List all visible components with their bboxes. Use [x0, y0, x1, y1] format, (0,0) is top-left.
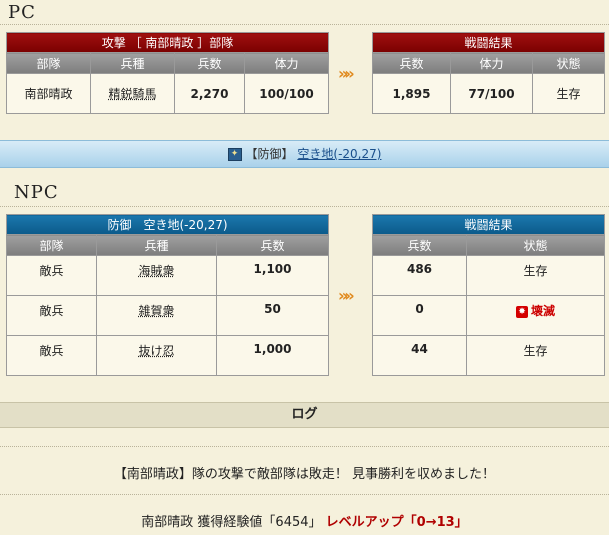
defense-icon: ✦ — [227, 148, 242, 161]
table-row: 敵兵 海賊衆 1,100 — [6, 255, 330, 296]
col-header: 兵数 — [372, 234, 467, 256]
npc-result-table: 戦闘結果 兵数 状態 486 生存 0 ✸ 壊滅 44 生存 — [371, 214, 606, 376]
col-header: 状態 — [531, 52, 606, 74]
unit-type: 抜け忍 — [96, 335, 217, 376]
col-header: 部隊 — [6, 52, 91, 74]
log-header: ログ — [0, 402, 609, 428]
npc-result-header: 戦闘結果 — [371, 214, 606, 235]
table-row: 0 ✸ 壊滅 — [372, 295, 606, 336]
result-status: 生存 — [465, 335, 606, 376]
table-row: 44 生存 — [372, 335, 606, 376]
hp-value: 100/100 — [243, 73, 330, 114]
victory-message: 【南部晴政】隊の攻撃で敵部隊は敗走！ 見事勝利を収めました！ — [113, 467, 496, 482]
troop-count: 50 — [215, 295, 330, 336]
result-arrow-icon: »» — [338, 64, 355, 83]
destroyed-icon: ✸ — [516, 305, 528, 318]
col-header: 兵種 — [90, 52, 175, 74]
result-hp: 77/100 — [450, 73, 533, 114]
status-destroyed-label: 壊滅 — [531, 304, 556, 318]
result-count: 1,895 — [372, 73, 451, 114]
unit-name: 敵兵 — [6, 295, 97, 336]
col-header: 体力 — [450, 52, 533, 74]
npc-defense-table: 防御 空き地(-20,27) 部隊 兵種 兵数 敵兵 海賊衆 1,100 敵兵 … — [5, 214, 330, 376]
level-up-text: レベルアップ「0→13」 — [325, 515, 468, 530]
unit-type: 精鋭騎馬 — [90, 73, 175, 114]
defense-label: 【防御】 — [245, 147, 294, 161]
unit-type: 雑賀衆 — [96, 295, 217, 336]
npc-defense-header: 防御 空き地(-20,27) — [5, 214, 330, 235]
unit-name: 南部晴政 — [6, 73, 91, 114]
result-status: ✸ 壊滅 — [465, 295, 606, 336]
col-header: 兵数 — [372, 52, 451, 74]
divider — [0, 446, 609, 447]
troop-count: 1,000 — [215, 335, 330, 376]
unit-name: 敵兵 — [6, 255, 97, 296]
pc-result-table: 戦闘結果 兵数 体力 状態 1,895 77/100 生存 — [371, 32, 606, 114]
col-header: 状態 — [465, 234, 606, 256]
defense-location-bar: ✦ 【防御】 空き地(-20,27) — [0, 140, 609, 168]
result-arrow-icon: »» — [338, 286, 355, 305]
troop-count: 2,270 — [174, 73, 245, 114]
divider — [0, 494, 609, 495]
troop-count: 1,100 — [215, 255, 330, 296]
experience-message: 南部晴政 獲得経験値「6454」 レベルアップ「0→13」 — [0, 511, 609, 530]
npc-section-title: NPC — [14, 182, 59, 203]
col-header: 兵数 — [174, 52, 245, 74]
table-row: 敵兵 雑賀衆 50 — [6, 295, 330, 336]
unit-type: 海賊衆 — [96, 255, 217, 296]
pc-section-title: PC — [8, 2, 36, 23]
table-row: 486 生存 — [372, 255, 606, 296]
table-row: 敵兵 抜け忍 1,000 — [6, 335, 330, 376]
result-count: 486 — [372, 255, 467, 296]
exp-text: 南部晴政 獲得経験値「6454」 — [141, 515, 322, 530]
pc-result-header: 戦闘結果 — [371, 32, 606, 53]
result-count: 0 — [372, 295, 467, 336]
result-status: 生存 — [531, 73, 606, 114]
col-header: 兵数 — [215, 234, 330, 256]
col-header: 兵種 — [96, 234, 217, 256]
divider — [0, 206, 609, 207]
result-status: 生存 — [465, 255, 606, 296]
col-header: 体力 — [243, 52, 330, 74]
divider — [0, 24, 609, 25]
col-header: 部隊 — [6, 234, 97, 256]
location-link[interactable]: 空き地(-20,27) — [297, 147, 381, 161]
pc-attack-table: 攻撃 ［ 南部晴政 ］部隊 部隊 兵種 兵数 体力 南部晴政 精鋭騎馬 2,27… — [5, 32, 330, 114]
unit-name: 敵兵 — [6, 335, 97, 376]
pc-attack-header: 攻撃 ［ 南部晴政 ］部隊 — [5, 32, 330, 53]
result-count: 44 — [372, 335, 467, 376]
